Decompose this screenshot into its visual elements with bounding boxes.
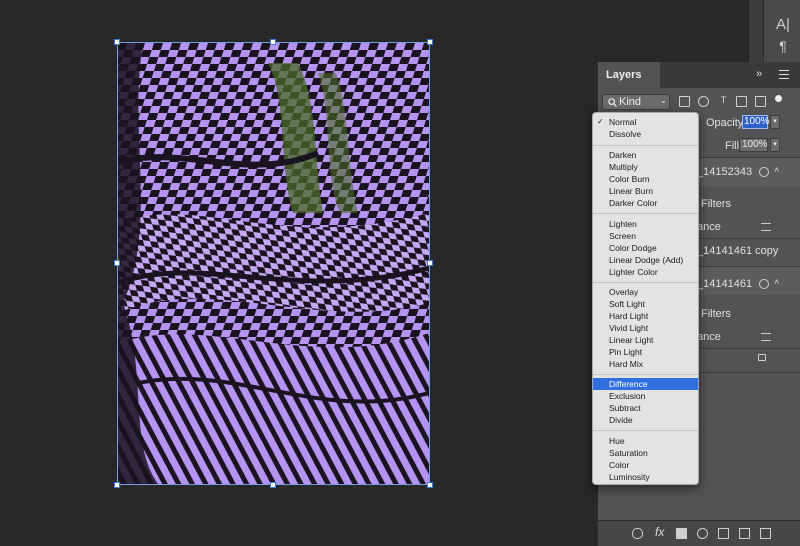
menu-separator xyxy=(593,282,698,283)
menu-separator xyxy=(593,374,698,375)
transform-handle-top-left[interactable] xyxy=(114,39,120,45)
pixel-filter-icon[interactable] xyxy=(679,96,690,107)
layer-name: _14141461 xyxy=(697,278,753,290)
smart-filters-label: Filters xyxy=(701,198,731,210)
search-icon xyxy=(608,98,617,107)
menu-item-color-dodge[interactable]: Color Dodge xyxy=(593,242,698,254)
new-group-icon[interactable] xyxy=(718,528,729,539)
menu-item-overlay[interactable]: Overlay xyxy=(593,286,698,298)
menu-separator xyxy=(593,213,698,214)
panel-footer: fx xyxy=(598,520,800,546)
canvas-artwork[interactable] xyxy=(117,42,430,485)
menu-item-saturation[interactable]: Saturation xyxy=(593,447,698,459)
expand-effects-icon[interactable]: ˄ xyxy=(774,277,779,287)
chevron-down-icon: ⌄ xyxy=(660,96,667,105)
menu-item-exclusion[interactable]: Exclusion xyxy=(593,390,698,402)
menu-separator xyxy=(593,145,698,146)
kind-filter-select[interactable]: Kind ⌄ xyxy=(602,94,670,110)
panel-icon-column: A| ¶ xyxy=(763,0,800,62)
menu-item-linear-light[interactable]: Linear Light xyxy=(593,334,698,346)
smart-object-icon xyxy=(759,167,769,177)
adjustment-filter-icon[interactable] xyxy=(698,96,709,107)
filter-effect-name[interactable]: ance xyxy=(697,331,721,343)
transform-handle-bottom-right[interactable] xyxy=(427,482,433,488)
filter-options-icon[interactable] xyxy=(761,333,771,341)
menu-item-multiply[interactable]: Multiply xyxy=(593,161,698,173)
transform-handle-bottom[interactable] xyxy=(270,482,276,488)
transform-handle-top-right[interactable] xyxy=(427,39,433,45)
opacity-dropdown-icon[interactable]: ▾ xyxy=(770,115,780,129)
tab-layers[interactable]: Layers xyxy=(598,62,660,88)
expand-effects-icon[interactable]: ˄ xyxy=(774,165,779,175)
menu-item-linear-dodge[interactable]: Linear Dodge (Add) xyxy=(593,254,698,266)
panel-header: Layers » xyxy=(598,62,800,88)
paragraph-panel-icon[interactable]: ¶ xyxy=(764,38,800,54)
menu-item-color-burn[interactable]: Color Burn xyxy=(593,173,698,185)
menu-item-pin-light[interactable]: Pin Light xyxy=(593,346,698,358)
transform-handle-left[interactable] xyxy=(114,260,120,266)
smart-object-icon xyxy=(759,279,769,289)
shape-filter-icon[interactable] xyxy=(736,96,747,107)
menu-item-dissolve[interactable]: Dissolve xyxy=(593,128,698,140)
link-layers-icon[interactable] xyxy=(632,528,643,539)
kind-filter-label: Kind xyxy=(619,96,642,108)
menu-item-darker-color[interactable]: Darker Color xyxy=(593,197,698,209)
new-layer-icon[interactable] xyxy=(739,528,750,539)
menu-item-subtract[interactable]: Subtract xyxy=(593,402,698,414)
transform-handle-right[interactable] xyxy=(427,260,433,266)
transform-handle-bottom-left[interactable] xyxy=(114,482,120,488)
menu-item-hard-light[interactable]: Hard Light xyxy=(593,310,698,322)
fx-icon[interactable]: fx xyxy=(655,525,664,539)
filter-options-icon[interactable] xyxy=(761,223,771,231)
menu-item-screen[interactable]: Screen xyxy=(593,230,698,242)
layer-name[interactable]: _14141461 copy xyxy=(697,245,778,257)
menu-separator xyxy=(593,430,698,431)
layer-name: _14152343 xyxy=(697,166,753,178)
menu-item-hard-mix[interactable]: Hard Mix xyxy=(593,358,698,370)
menu-item-hue[interactable]: Hue xyxy=(593,435,698,447)
menu-item-soft-light[interactable]: Soft Light xyxy=(593,298,698,310)
opacity-input[interactable]: 100% xyxy=(742,115,770,129)
adjustment-layer-icon[interactable] xyxy=(697,528,708,539)
transform-handle-top[interactable] xyxy=(270,39,276,45)
menu-item-normal[interactable]: Normal xyxy=(593,116,698,128)
opacity-label: Opacity: xyxy=(706,117,747,129)
panel-menu-icon[interactable] xyxy=(779,70,789,82)
fill-dropdown-icon[interactable]: ▾ xyxy=(770,138,780,152)
menu-item-difference[interactable]: Difference xyxy=(593,378,698,390)
smart-filters-label: Filters xyxy=(701,308,731,320)
type-filter-icon[interactable]: T xyxy=(718,96,729,107)
smart-object-filter-icon[interactable] xyxy=(755,96,766,107)
artwork-pattern xyxy=(118,43,429,484)
lock-icon xyxy=(758,354,766,361)
menu-item-divide[interactable]: Divide xyxy=(593,414,698,426)
menu-item-vivid-light[interactable]: Vivid Light xyxy=(593,322,698,334)
trash-icon[interactable] xyxy=(760,528,771,539)
menu-item-color[interactable]: Color xyxy=(593,459,698,471)
menu-item-lighter-color[interactable]: Lighter Color xyxy=(593,266,698,278)
menu-item-linear-burn[interactable]: Linear Burn xyxy=(593,185,698,197)
character-panel-icon[interactable]: A| xyxy=(764,16,800,33)
blend-mode-menu: ✓ Normal Dissolve Darken Multiply Color … xyxy=(592,112,699,485)
collapse-panel-icon[interactable]: » xyxy=(756,68,762,80)
filter-toggle-icon[interactable] xyxy=(775,95,782,102)
menu-item-luminosity[interactable]: Luminosity xyxy=(593,471,698,483)
fill-input[interactable]: 100% xyxy=(739,138,768,152)
menu-item-darken[interactable]: Darken xyxy=(593,149,698,161)
add-mask-icon[interactable] xyxy=(676,528,687,539)
menu-item-lighten[interactable]: Lighten xyxy=(593,218,698,230)
filter-effect-name[interactable]: ance xyxy=(697,221,721,233)
